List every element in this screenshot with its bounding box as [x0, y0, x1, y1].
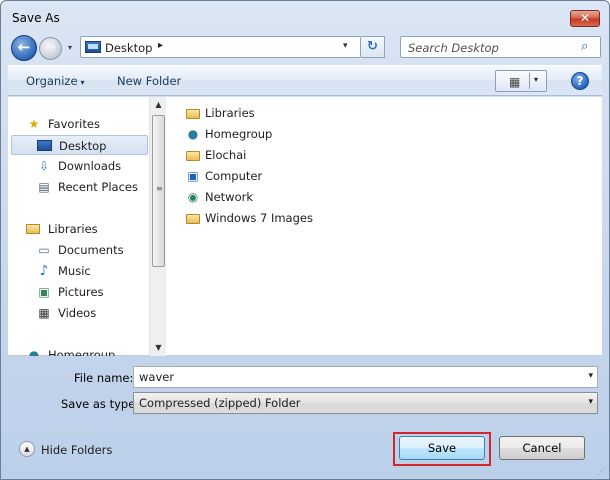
list-item[interactable]: ▣ Computer	[185, 166, 485, 186]
network-icon: ◉	[187, 190, 199, 204]
list-item[interactable]: Windows 7 Images	[185, 208, 485, 228]
save-as-type-select[interactable]: Compressed (zipped) Folder ▾	[133, 392, 598, 414]
views-icon[interactable]: ▦	[509, 75, 520, 89]
nav-item-label: Documents	[58, 243, 124, 257]
nav-item-label: Recent Places	[58, 180, 138, 194]
new-folder-button[interactable]: New Folder	[117, 74, 181, 88]
chevron-down-icon[interactable]: ▾	[343, 41, 348, 51]
search-icon[interactable]: ⌕	[581, 39, 588, 54]
window-title: Save As	[12, 11, 60, 25]
chevron-up-icon: ▲	[19, 441, 35, 457]
title-bar: Save As ✕	[1, 1, 609, 31]
nav-item-desktop[interactable]: Desktop	[11, 135, 148, 155]
chevron-right-icon[interactable]: ▸	[158, 40, 163, 51]
computer-icon: ▣	[187, 169, 199, 183]
scroll-up-icon[interactable]: ▲	[150, 97, 167, 113]
homegroup-icon: ●	[28, 348, 40, 356]
nav-item-label: Libraries	[48, 222, 98, 236]
nav-item-downloads[interactable]: ⇩ Downloads	[8, 156, 148, 176]
save-as-type-label: Save as type:	[61, 397, 140, 411]
desktop-icon	[37, 139, 53, 153]
nav-item-favorites[interactable]: ★ Favorites	[8, 114, 148, 134]
grip-icon: ≡	[156, 184, 163, 193]
list-item-label: Elochai	[205, 148, 247, 162]
list-item[interactable]: Libraries	[185, 103, 485, 123]
file-name-value[interactable]: waver	[139, 370, 174, 384]
library-icon	[26, 222, 42, 236]
list-item-label: Libraries	[205, 106, 255, 120]
list-item-label: Computer	[205, 169, 263, 183]
nav-item-music[interactable]: ♪ Music	[8, 261, 148, 281]
search-input[interactable]: Search Desktop ⌕	[400, 36, 601, 58]
list-item[interactable]: Elochai	[185, 145, 485, 165]
nav-item-label: Downloads	[58, 159, 122, 173]
back-button[interactable]: ←	[11, 35, 37, 61]
views-divider	[529, 73, 530, 89]
nav-item-recent-places[interactable]: ▤ Recent Places	[8, 177, 148, 197]
documents-icon: ▭	[38, 243, 50, 257]
close-button[interactable]: ✕	[570, 10, 600, 27]
nav-pane-scrollbar[interactable]: ▲ ≡ ▼	[149, 97, 166, 356]
command-bar: Organize ▾ New Folder ▦ ▾ ?	[8, 65, 602, 96]
search-placeholder: Search Desktop	[408, 41, 499, 55]
nav-item-label: Desktop	[59, 139, 107, 153]
music-icon: ♪	[39, 263, 49, 279]
scroll-down-icon[interactable]: ▼	[150, 340, 167, 356]
folder-icon	[185, 211, 201, 225]
save-as-type-value: Compressed (zipped) Folder	[139, 396, 301, 410]
organize-label: Organize	[26, 74, 78, 88]
save-button[interactable]: Save	[399, 436, 485, 460]
list-item-label: Windows 7 Images	[205, 211, 313, 225]
list-item[interactable]: ● Homegroup	[185, 124, 485, 144]
nav-item-libraries[interactable]: Libraries	[8, 219, 148, 239]
nav-item-label: Music	[58, 264, 91, 278]
navigation-pane: ★ Favorites Desktop ⇩ Downloads ▤ Recent…	[8, 97, 148, 356]
address-location[interactable]: Desktop	[105, 41, 152, 55]
nav-item-homegroup[interactable]: ● Homegroup	[8, 345, 148, 356]
star-icon: ★	[28, 117, 40, 131]
download-icon: ⇩	[38, 159, 50, 173]
address-bar[interactable]: Desktop ▸ ▾	[80, 36, 361, 58]
nav-item-pictures[interactable]: ▣ Pictures	[8, 282, 148, 302]
organize-button[interactable]: Organize ▾	[26, 74, 85, 88]
file-name-field[interactable]: waver ▾	[133, 366, 598, 388]
change-view-button[interactable]: ▦ ▾	[495, 70, 547, 92]
resize-grip-icon[interactable]: ⋰	[597, 467, 606, 477]
recent-places-icon: ▤	[38, 180, 50, 194]
nav-item-documents[interactable]: ▭ Documents	[8, 240, 148, 260]
chevron-down-icon: ▾	[80, 78, 85, 87]
file-name-label: File name:	[74, 371, 134, 385]
recent-pages-dropdown[interactable]: ▾	[64, 43, 76, 53]
nav-item-label: Homegroup	[48, 348, 116, 356]
refresh-button[interactable]: ↻	[361, 36, 385, 58]
list-item-label: Network	[205, 190, 254, 204]
videos-icon: ▦	[38, 306, 50, 320]
chevron-down-icon[interactable]: ▾	[588, 371, 593, 381]
list-item-label: Homegroup	[205, 127, 273, 141]
nav-item-videos[interactable]: ▦ Videos	[8, 303, 148, 323]
chevron-down-icon[interactable]: ▾	[534, 75, 538, 84]
list-item[interactable]: ◉ Network	[185, 187, 485, 207]
homegroup-icon: ●	[187, 127, 199, 141]
content-area: ★ Favorites Desktop ⇩ Downloads ▤ Recent…	[8, 97, 602, 356]
nav-item-label: Favorites	[48, 117, 100, 131]
desktop-icon	[85, 41, 101, 53]
nav-item-label: Pictures	[58, 285, 104, 299]
file-list: Libraries ● Homegroup Elochai ▣ Computer…	[167, 97, 602, 356]
nav-item-label: Videos	[58, 306, 97, 320]
cancel-button[interactable]: Cancel	[499, 436, 585, 460]
save-as-dialog: Save As ✕ ← → ▾ Desktop ▸ ▾ ↻ Search Des…	[0, 0, 610, 480]
user-folder-icon	[185, 148, 201, 162]
chevron-down-icon[interactable]: ▾	[588, 397, 593, 407]
help-icon[interactable]: ?	[571, 72, 589, 90]
hide-folders-label: Hide Folders	[41, 443, 113, 457]
scrollbar-thumb[interactable]: ≡	[152, 115, 165, 267]
pictures-icon: ▣	[38, 285, 50, 299]
library-folder-icon	[185, 106, 201, 120]
forward-button[interactable]: →	[39, 37, 62, 60]
